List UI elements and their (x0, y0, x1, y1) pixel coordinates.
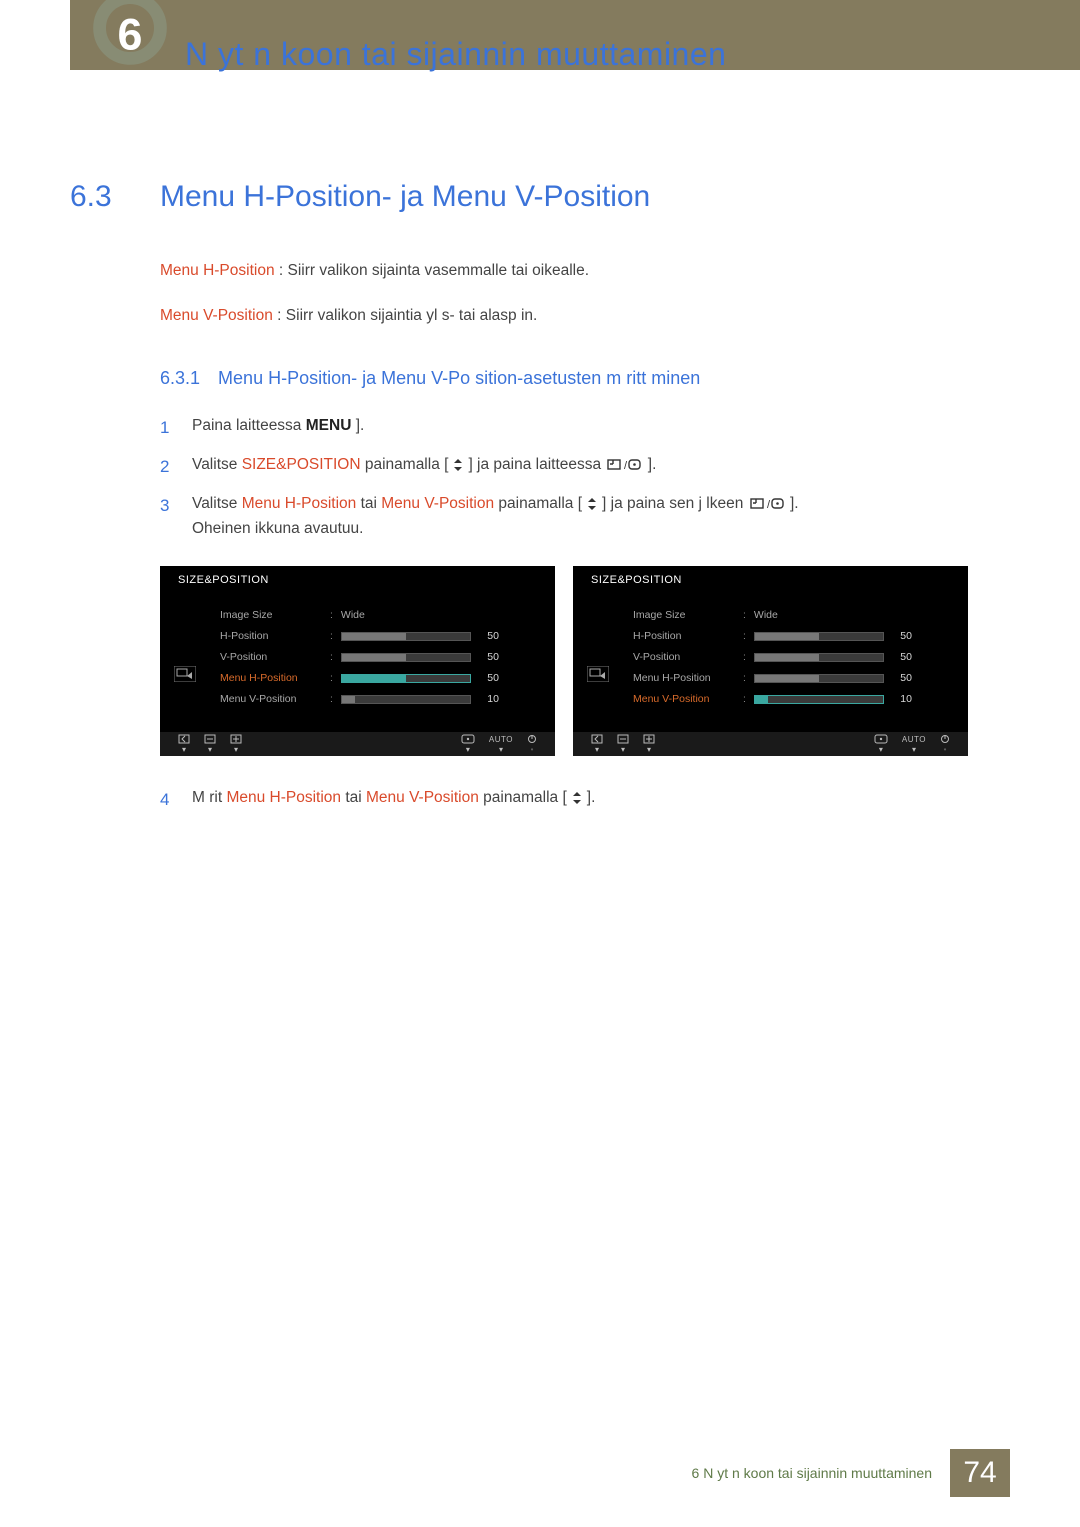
osd-hpos-value: 50 (477, 630, 499, 642)
step-4: 4 M rit Menu H-Position tai Menu V-Posit… (160, 786, 1010, 813)
osd-category-icon (174, 666, 196, 682)
osd-mvpos-label: Menu V-Position (633, 693, 743, 705)
chapter-number-icon: 6 (80, 0, 180, 80)
osd-image-size-label: Image Size (633, 609, 743, 621)
osd-mvpos-value: 10 (890, 693, 912, 705)
step1-t2: ]. (351, 417, 364, 434)
osd-btn-plus: ▾ (230, 734, 242, 754)
subsection-number: 6.3.1 (160, 368, 200, 389)
osd-btn-auto: AUTO▾ (489, 735, 513, 754)
mhpos-label: Menu H-Position (226, 789, 341, 806)
vpos-label: Menu V-Position (160, 307, 273, 324)
source-enter-icon: / (607, 458, 641, 472)
step3-t2: tai (356, 495, 381, 512)
osd-btn-minus: ▾ (617, 734, 629, 754)
osd-btn-enter: ▾ (874, 734, 888, 754)
osd-btn-power: • (527, 734, 537, 754)
vpos-text: : Siirr valikon sijaintia yl s- tai alas… (273, 307, 537, 324)
step-1: 1 Paina laitteessa MENU ]. (160, 414, 1010, 441)
osd-btn-auto: AUTO▾ (902, 735, 926, 754)
size-position-label: SIZE&POSITION (242, 456, 361, 473)
svg-text:6: 6 (118, 10, 143, 60)
osd-title: SIZE&POSITION (591, 574, 682, 586)
step2-t3: ] ja paina laitteessa (468, 456, 605, 473)
step4-t1: M rit (192, 789, 226, 806)
step3-t6: Oheinen ikkuna avautuu. (192, 520, 363, 537)
menu-label: MENU (306, 417, 352, 434)
hpos-text: : Siirr valikon sijainta vasemmalle tai … (275, 262, 589, 279)
chapter-title: N yt n koon tai sijainnin muuttaminen (185, 36, 726, 73)
step2-t4: ]. (643, 456, 656, 473)
step3-t4: ] ja paina sen j lkeen (602, 495, 748, 512)
osd-btn-left: ▾ (178, 734, 190, 754)
osd-mhpos-value: 50 (890, 672, 912, 684)
step-2: 2 Valitse SIZE&POSITION painamalla [ ] ja… (160, 453, 1010, 480)
desc-hpos: Menu H-Position : Siirr valikon sijainta… (160, 259, 1010, 282)
osd-btn-enter: ▾ (461, 734, 475, 754)
osd-vpos-value: 50 (890, 651, 912, 663)
osd-btn-minus: ▾ (204, 734, 216, 754)
osd-panel-2: SIZE&POSITION Image Size:Wide H-Position… (573, 566, 968, 756)
step-num-3: 3 (160, 492, 174, 542)
source-enter-icon: / (750, 497, 784, 511)
desc-vpos: Menu V-Position : Siirr valikon sijainti… (160, 304, 1010, 327)
osd-btn-left: ▾ (591, 734, 603, 754)
step4-t4: ]. (587, 789, 596, 806)
osd-btn-plus: ▾ (643, 734, 655, 754)
osd-panel-1: SIZE&POSITION Image Size:Wide H-Position… (160, 566, 555, 756)
osd-mhpos-value: 50 (477, 672, 499, 684)
osd-mvpos-label: Menu V-Position (220, 693, 330, 705)
osd-image-size-value: Wide (754, 609, 804, 621)
osd-image-size-value: Wide (341, 609, 391, 621)
hpos-label: Menu H-Position (160, 262, 275, 279)
osd-category-icon (587, 666, 609, 682)
osd-btn-power: • (940, 734, 950, 754)
up-down-icon (569, 792, 585, 804)
step2-t1: Valitse (192, 456, 242, 473)
subsection-title: Menu H-Position- ja Menu V-Po sition-ase… (218, 368, 700, 389)
page-number: 74 (950, 1449, 1010, 1497)
step-3: 3 Valitse Menu H-Position tai Menu V-Pos… (160, 492, 1010, 542)
osd-vpos-label: V-Position (220, 651, 330, 663)
osd-hpos-label: H-Position (220, 630, 330, 642)
step-num-1: 1 (160, 414, 174, 441)
step1-t1: Paina laitteessa (192, 417, 306, 434)
step2-t2: painamalla [ (361, 456, 449, 473)
osd-mhpos-label: Menu H-Position (633, 672, 743, 684)
step-num-4: 4 (160, 786, 174, 813)
mhpos-label: Menu H-Position (242, 495, 357, 512)
step4-t2: tai (341, 789, 366, 806)
osd-hpos-label: H-Position (633, 630, 743, 642)
mvpos-label: Menu V-Position (366, 789, 479, 806)
osd-mvpos-value: 10 (477, 693, 499, 705)
step3-t5: ]. (786, 495, 799, 512)
up-down-icon (450, 459, 466, 471)
osd-hpos-value: 50 (890, 630, 912, 642)
section-number: 6.3 (70, 180, 140, 214)
osd-vpos-label: V-Position (633, 651, 743, 663)
step3-t3: painamalla [ (494, 495, 582, 512)
osd-title: SIZE&POSITION (178, 574, 269, 586)
osd-image-size-label: Image Size (220, 609, 330, 621)
svg-text:/: / (767, 499, 771, 511)
osd-vpos-value: 50 (477, 651, 499, 663)
svg-text:/: / (624, 460, 628, 472)
osd-mhpos-label: Menu H-Position (220, 672, 330, 684)
step4-t3: painamalla [ (479, 789, 567, 806)
step-num-2: 2 (160, 453, 174, 480)
up-down-icon (584, 498, 600, 510)
mvpos-label: Menu V-Position (381, 495, 494, 512)
footer-chapter-text: 6 N yt n koon tai sijainnin muuttaminen (674, 1457, 950, 1489)
step3-t1: Valitse (192, 495, 242, 512)
section-title: Menu H-Position- ja Menu V-Position (160, 180, 650, 214)
